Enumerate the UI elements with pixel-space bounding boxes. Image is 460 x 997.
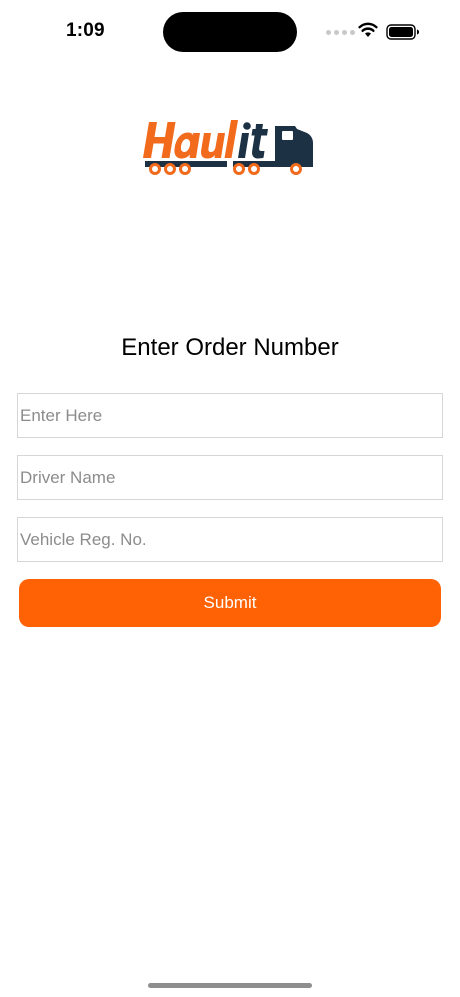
order-number-input[interactable] <box>17 393 443 438</box>
home-indicator[interactable] <box>148 983 312 988</box>
status-time: 1:09 <box>66 20 105 41</box>
wifi-icon <box>358 22 378 37</box>
battery-icon <box>386 24 419 40</box>
cellular-signal-icon <box>326 30 355 35</box>
dynamic-island <box>163 12 297 52</box>
driver-name-input[interactable] <box>17 455 443 500</box>
haulit-logo <box>143 120 313 175</box>
vehicle-reg-input[interactable] <box>17 517 443 562</box>
submit-button[interactable]: Submit <box>19 579 441 627</box>
page-title: Enter Order Number <box>121 334 339 362</box>
status-bar: 1:09 <box>0 0 460 64</box>
